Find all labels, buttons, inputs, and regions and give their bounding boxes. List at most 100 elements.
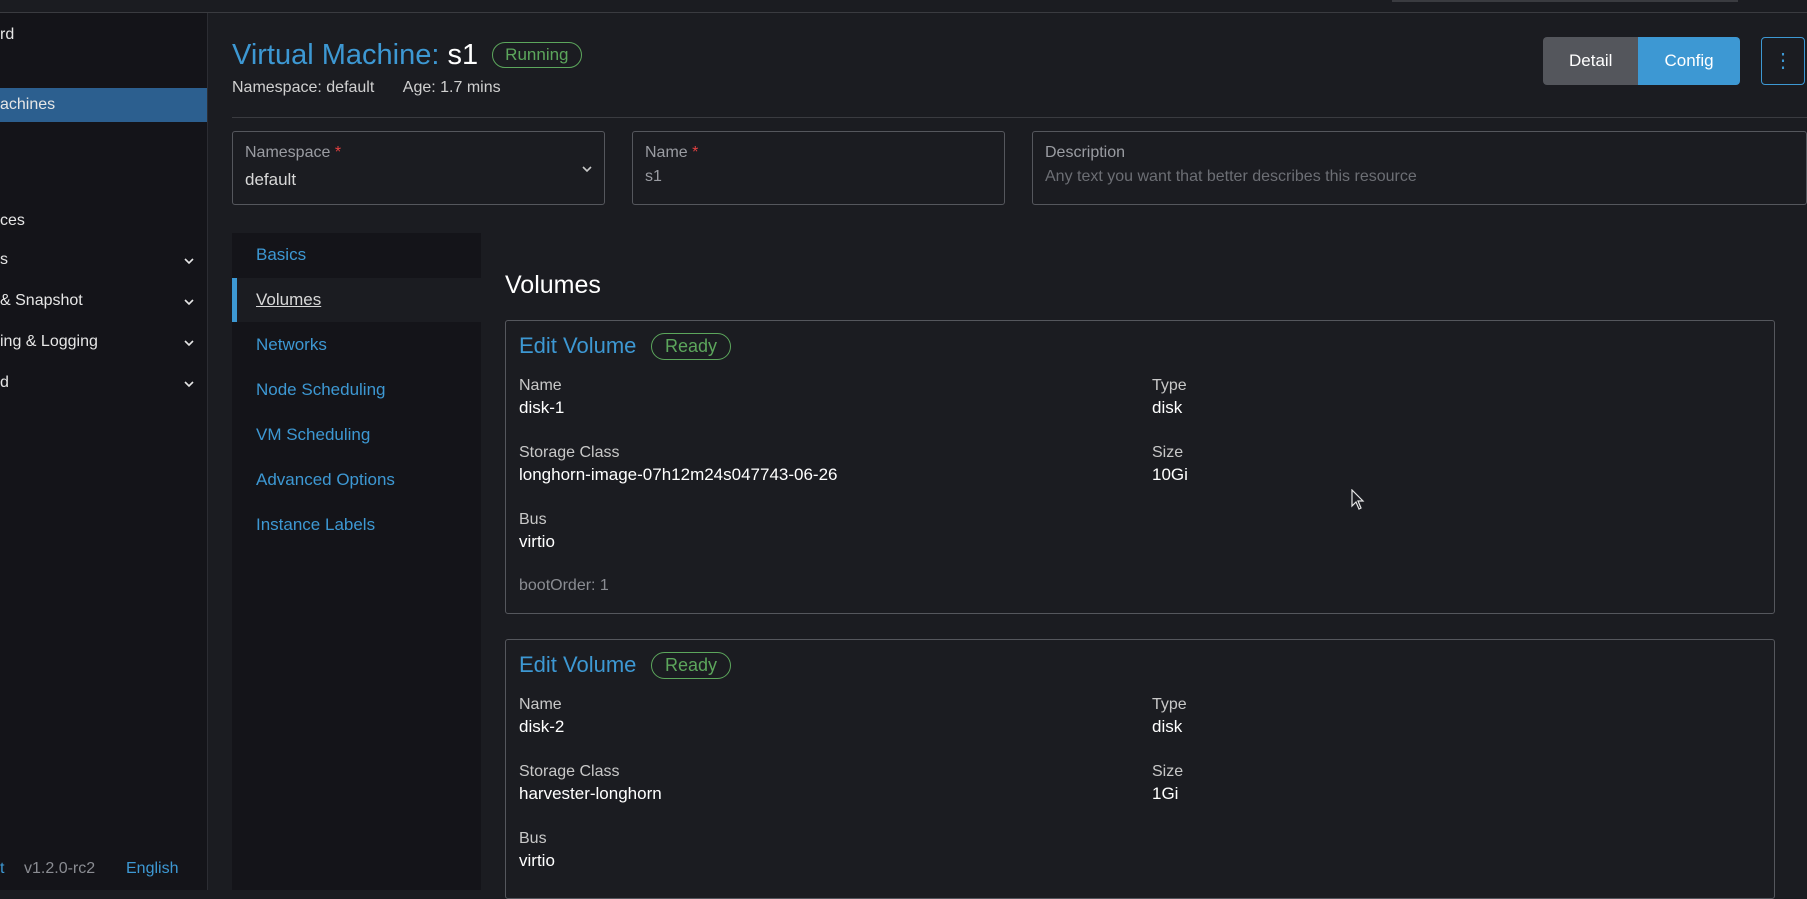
required-marker: * xyxy=(334,144,342,161)
volume-storage-class: Storage Class harvester-longhorn xyxy=(519,763,662,804)
version-label: v1.2.0-rc2 xyxy=(24,860,96,877)
main-content: Virtual Machine: s1 Running Namespace: d… xyxy=(208,13,1807,899)
volume-name: Name disk-1 xyxy=(519,377,564,418)
field-value: disk-1 xyxy=(519,398,565,417)
sidebar-item-label: achines xyxy=(0,96,56,113)
tab-label: Volumes xyxy=(256,290,322,309)
edit-volume-link[interactable]: Edit Volume xyxy=(519,652,636,678)
volume-storage-class: Storage Class longhorn-image-07h12m24s04… xyxy=(519,444,838,485)
volume-name: Name disk-2 xyxy=(519,696,564,737)
chevron-down-icon xyxy=(184,258,194,265)
age-info: Age: 1.7 mins xyxy=(402,79,501,96)
field-label: Size xyxy=(1152,444,1184,461)
field-value: virtio xyxy=(519,532,555,551)
tab-instance-labels[interactable]: Instance Labels xyxy=(232,503,481,547)
field-label: Name xyxy=(519,377,562,394)
page-title: Virtual Machine: s1 Running xyxy=(232,39,582,72)
field-value: harvester-longhorn xyxy=(519,784,662,803)
active-tab-indicator xyxy=(232,278,237,322)
sidebar-footer: t v1.2.0-rc2 English xyxy=(0,850,207,890)
namespace-label-text: Namespace xyxy=(245,144,331,161)
volume-status-badge: Ready xyxy=(651,652,732,679)
tab-networks[interactable]: Networks xyxy=(232,323,481,367)
config-button[interactable]: Config xyxy=(1638,37,1740,85)
tab-label: Node Scheduling xyxy=(256,380,386,399)
tab-label: Advanced Options xyxy=(256,470,395,489)
sidebar-item-label: & Snapshot xyxy=(0,292,83,309)
view-mode-toggle: Detail Config xyxy=(1543,37,1740,85)
namespace-value: default xyxy=(245,170,297,189)
tab-label: Networks xyxy=(256,335,327,354)
required-marker: * xyxy=(692,144,699,161)
sidebar-item-label: rd xyxy=(0,26,15,43)
language-selector[interactable]: English xyxy=(126,860,178,878)
volume-bus: Bus virtio xyxy=(519,511,555,552)
sidebar-item-devices[interactable]: ces xyxy=(0,209,207,235)
top-bar xyxy=(0,0,1807,13)
sidebar-group-images[interactable]: s xyxy=(0,246,207,276)
more-actions-button[interactable]: ⋮ xyxy=(1761,37,1805,85)
field-value: 1Gi xyxy=(1152,784,1179,803)
field-label: Type xyxy=(1152,377,1187,394)
sidebar-item-label: d xyxy=(0,374,9,391)
description-field[interactable]: Description Any text you want that bette… xyxy=(1032,131,1807,205)
description-placeholder: Any text you want that better describes … xyxy=(1045,168,1417,185)
sidebar-item-virtual-machines[interactable]: achines xyxy=(0,88,207,122)
name-label: Name * xyxy=(645,144,698,162)
volume-size: Size 1Gi xyxy=(1152,763,1183,804)
volume-bus: Bus virtio xyxy=(519,830,555,871)
tab-vm-scheduling[interactable]: VM Scheduling xyxy=(232,413,481,457)
tab-label: Basics xyxy=(256,245,307,264)
vm-name: s1 xyxy=(447,39,479,71)
edit-volume-link[interactable]: Edit Volume xyxy=(519,333,636,359)
field-label: Type xyxy=(1152,696,1187,713)
description-label: Description xyxy=(1045,144,1126,161)
mouse-cursor-icon xyxy=(1351,489,1365,510)
tab-advanced-options[interactable]: Advanced Options xyxy=(232,458,481,502)
sidebar-group-backup-snapshot[interactable]: & Snapshot xyxy=(0,287,207,317)
sidebar-item-label: ces xyxy=(0,212,25,229)
sidebar-item-label: ing & Logging xyxy=(0,333,98,350)
detail-button[interactable]: Detail xyxy=(1543,37,1639,85)
sidebar-item-label: s xyxy=(0,251,8,268)
volumes-panel: Volumes Edit Volume Ready Name disk-1 Ty… xyxy=(481,233,1807,899)
header-search-stub[interactable] xyxy=(1392,0,1738,2)
header-divider xyxy=(232,117,1807,118)
page-title-prefix: Virtual Machine: xyxy=(232,39,440,71)
name-field[interactable]: Name * s1 xyxy=(632,131,1005,205)
volume-status-badge: Ready xyxy=(651,333,732,360)
chevron-down-icon xyxy=(184,299,194,306)
sidebar-item-dashboard[interactable]: rd xyxy=(0,23,207,49)
sidebar-group-advanced[interactable]: d xyxy=(0,369,207,399)
field-label: Name xyxy=(519,696,562,713)
field-label: Storage Class xyxy=(519,444,620,461)
namespace-label: Namespace * xyxy=(245,144,341,162)
page-subtitle: Namespace: default Age: 1.7 mins xyxy=(232,79,501,97)
name-value: s1 xyxy=(645,168,662,185)
boot-order: bootOrder: 1 xyxy=(519,577,609,594)
field-value: virtio xyxy=(519,851,555,870)
chevron-down-icon xyxy=(184,381,194,388)
namespace-select[interactable]: Namespace * default xyxy=(232,131,605,205)
tab-node-scheduling[interactable]: Node Scheduling xyxy=(232,368,481,412)
volume-type: Type disk xyxy=(1152,377,1187,418)
tab-basics[interactable]: Basics xyxy=(232,233,481,277)
field-value: disk xyxy=(1152,717,1183,736)
volume-type: Type disk xyxy=(1152,696,1187,737)
field-label: Size xyxy=(1152,763,1184,780)
field-label: Bus xyxy=(519,511,547,528)
tab-volumes[interactable]: Volumes xyxy=(232,278,481,322)
volume-size: Size 10Gi xyxy=(1152,444,1188,485)
field-value: disk xyxy=(1152,398,1183,417)
sidebar: rd achines ces s & Snapshot ing & Loggin… xyxy=(0,13,208,890)
support-link[interactable]: t xyxy=(0,860,4,878)
field-value: longhorn-image-07h12m24s047743-06-26 xyxy=(519,465,838,484)
chevron-down-icon xyxy=(184,340,194,347)
chevron-down-icon xyxy=(582,166,592,173)
volume-card: Edit Volume Ready Name disk-2 Type disk … xyxy=(505,639,1775,899)
field-value: disk-2 xyxy=(519,717,565,736)
sidebar-group-monitoring-logging[interactable]: ing & Logging xyxy=(0,328,207,358)
status-badge: Running xyxy=(492,42,582,68)
volume-card: Edit Volume Ready Name disk-1 Type disk … xyxy=(505,320,1775,614)
field-value: 10Gi xyxy=(1152,465,1188,484)
